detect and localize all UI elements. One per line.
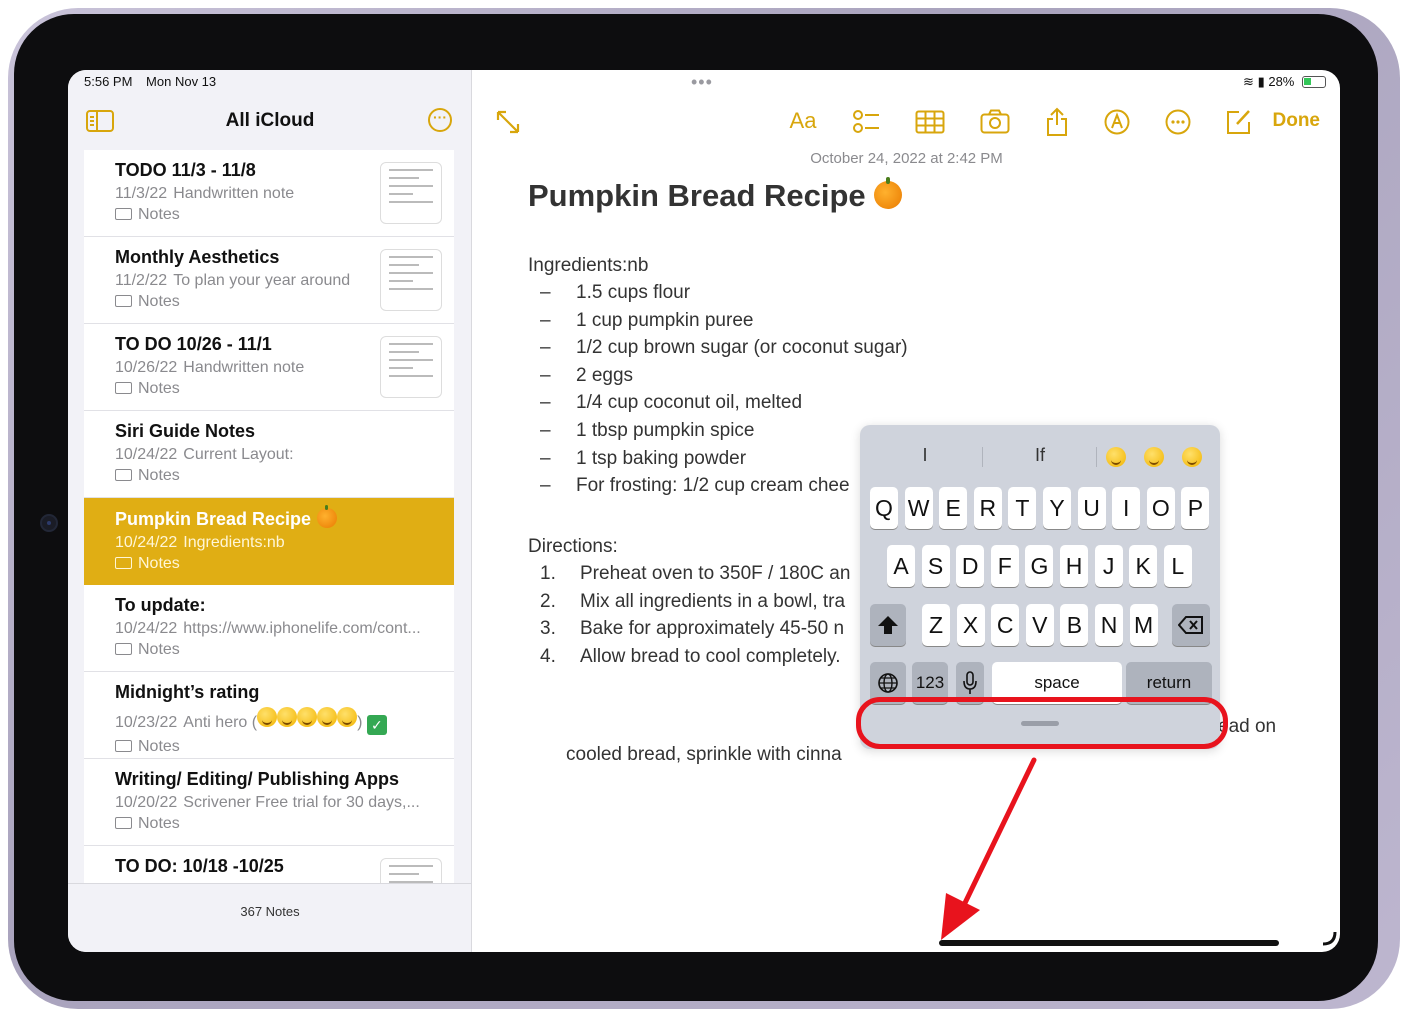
annotation-arrow <box>941 757 1037 940</box>
